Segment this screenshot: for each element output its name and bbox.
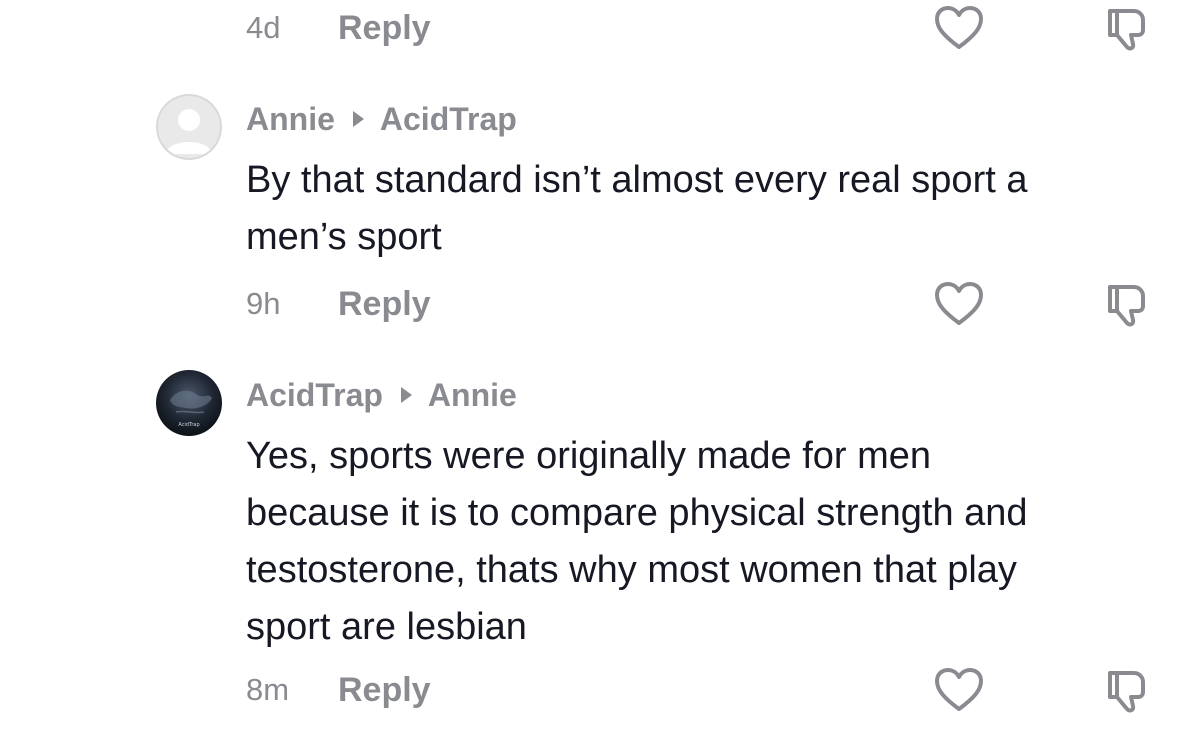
comment-text: Yes, sports were originally made for men…	[246, 435, 1028, 648]
thumbs-down-icon[interactable]	[1102, 665, 1152, 715]
comment-actions: 8m Reply	[246, 662, 1166, 718]
reply-target[interactable]: AcidTrap	[380, 101, 517, 138]
comment-author[interactable]: Annie	[246, 101, 335, 138]
comment-timestamp: 8m	[246, 672, 290, 707]
comment-timestamp: 9h	[246, 286, 281, 321]
reply-arrow-icon	[352, 111, 364, 127]
comment-text: By that standard isn’t almost every real…	[246, 159, 1028, 258]
comment-header: Annie AcidTrap	[246, 97, 517, 141]
comment-timestamp: 4d	[246, 10, 281, 45]
thumbs-down-icon[interactable]	[1102, 279, 1152, 329]
comment-actions: 9h Reply	[246, 276, 1166, 332]
previous-comment-actions: 4d Reply	[246, 0, 1166, 56]
avatar-text: AcidTrap	[178, 422, 199, 428]
comment-thread: 4d Reply Annie AcidTrap By that standard…	[0, 0, 1200, 750]
default-avatar-icon	[156, 94, 222, 160]
reply-arrow-icon	[400, 387, 412, 403]
avatar[interactable]: AcidTrap	[156, 370, 222, 436]
dark-globe-avatar-icon: AcidTrap	[156, 370, 222, 436]
heart-icon[interactable]	[934, 5, 984, 51]
thumbs-down-icon[interactable]	[1102, 3, 1152, 53]
comment-header: AcidTrap Annie	[246, 373, 517, 417]
heart-icon[interactable]	[934, 667, 984, 713]
heart-icon[interactable]	[934, 281, 984, 327]
reply-button[interactable]: Reply	[338, 285, 431, 324]
reply-button[interactable]: Reply	[338, 671, 431, 710]
comment-author[interactable]: AcidTrap	[246, 377, 383, 414]
reply-target[interactable]: Annie	[428, 377, 517, 414]
avatar[interactable]	[156, 94, 222, 160]
reply-button[interactable]: Reply	[338, 9, 431, 48]
